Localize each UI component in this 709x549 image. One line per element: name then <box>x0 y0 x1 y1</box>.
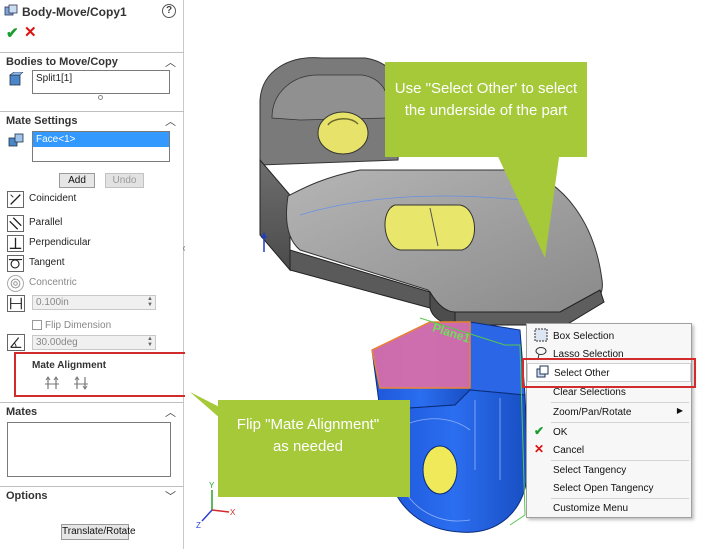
check-icon: ✔ <box>534 424 545 438</box>
svg-text:Z: Z <box>196 521 201 530</box>
coincident-icon <box>7 191 24 208</box>
submenu-arrow-icon: ▶ <box>676 406 683 415</box>
cancel-button[interactable]: ✕ <box>24 23 37 41</box>
mate-label: Tangent <box>29 257 65 268</box>
mate-tangent[interactable]: Tangent <box>7 255 182 273</box>
menu-item-label: Select Open Tangency <box>553 483 654 494</box>
mates-section-label: Mates <box>6 406 38 418</box>
resize-handle-icon[interactable] <box>98 95 103 100</box>
add-button[interactable]: Add <box>59 173 95 188</box>
perpendicular-icon <box>7 235 24 252</box>
menu-item-customize-menu[interactable]: Customize Menu <box>527 499 691 518</box>
options-section-label: Options <box>6 490 48 502</box>
x-icon: ✕ <box>534 442 545 456</box>
body-selection-icon <box>9 72 24 86</box>
menu-item-label: Zoom/Pan/Rotate <box>553 407 632 418</box>
mate-label: Perpendicular <box>29 237 91 248</box>
menu-item-label: Cancel <box>553 445 585 456</box>
flip-dimension-label: Flip Dimension <box>45 320 112 331</box>
mate-label: Parallel <box>29 217 63 228</box>
mate-coincident[interactable]: Coincident <box>7 191 182 209</box>
menu-item-label: Select Tangency <box>553 465 627 476</box>
svg-text:X: X <box>230 508 236 517</box>
move-copy-feature-icon <box>4 4 18 16</box>
menu-item-box-selection[interactable]: Box Selection <box>527 327 691 346</box>
mates-section-header[interactable]: Mates ︿ <box>0 402 184 420</box>
menu-item-cancel[interactable]: ✕ Cancel <box>527 441 691 460</box>
help-icon[interactable]: ? <box>162 4 176 18</box>
chevron-up-icon[interactable]: ︿ <box>165 54 176 70</box>
bodies-listbox[interactable]: Split1[1] <box>32 70 170 94</box>
menu-item-select-tangency[interactable]: Select Tangency <box>527 461 691 480</box>
menu-item-label: Clear Selections <box>553 387 626 398</box>
distance-value: 0.100in <box>36 297 69 308</box>
angle-icon <box>7 334 25 351</box>
mates-listbox[interactable] <box>7 422 171 477</box>
mate-concentric[interactable]: Concentric <box>7 275 182 293</box>
feature-title: Body-Move/Copy1 <box>22 5 127 19</box>
mate-alignment-highlight <box>14 352 188 397</box>
menu-item-zoom-pan-rotate[interactable]: Zoom/Pan/Rotate ▶ <box>527 403 691 422</box>
ok-button[interactable]: ✔ <box>6 24 19 42</box>
chevron-down-icon[interactable]: ﹀ <box>165 488 176 504</box>
list-item[interactable]: Split1[1] <box>33 71 169 86</box>
mate-label: Coincident <box>29 193 77 204</box>
distance-input[interactable]: 0.100in ▲ ▼ <box>32 295 156 310</box>
translate-rotate-button[interactable]: Translate/Rotate <box>61 524 136 540</box>
mate-parallel[interactable]: Parallel <box>7 215 182 233</box>
callout-select-other: Use "Select Other' to select the undersi… <box>394 80 578 119</box>
parallel-icon <box>7 215 24 232</box>
menu-item-label: Customize Menu <box>553 503 629 514</box>
mate-settings-header[interactable]: Mate Settings ︿ <box>0 111 184 129</box>
undo-button[interactable]: Undo <box>105 173 144 188</box>
bodies-section-header[interactable]: Bodies to Move/Copy ︿ <box>0 52 184 70</box>
mate-settings-label: Mate Settings <box>6 115 78 127</box>
angle-input[interactable]: 30.00deg ▲ ▼ <box>32 335 156 350</box>
spinner-icon[interactable]: ▲ ▼ <box>145 296 155 309</box>
distance-icon <box>7 295 25 312</box>
flip-dimension-checkbox[interactable] <box>32 320 42 330</box>
chevron-up-icon[interactable]: ︿ <box>165 113 176 129</box>
svg-text:Y: Y <box>209 481 215 490</box>
spinner-icon[interactable]: ▲ ▼ <box>145 336 155 349</box>
menu-item-select-open-tangency[interactable]: Select Open Tangency <box>527 479 691 498</box>
box-select-icon <box>534 328 548 342</box>
bodies-section-label: Bodies to Move/Copy <box>6 56 118 68</box>
list-item[interactable]: Face<1> <box>33 132 169 147</box>
concentric-icon <box>7 275 24 292</box>
property-manager-panel: Body-Move/Copy1 ? ✔ ✕ Bodies to Move/Cop… <box>0 0 188 549</box>
mate-entities-listbox[interactable]: Face<1> <box>32 131 170 162</box>
menu-item-label: OK <box>553 427 568 438</box>
menu-item-label: Box Selection <box>553 331 615 342</box>
options-section-header[interactable]: Options ﹀ <box>0 486 184 504</box>
angle-value: 30.00deg <box>36 337 78 348</box>
callout-flip-alignment: Flip "Mate Alignment" as needed <box>236 416 380 455</box>
mate-label: Concentric <box>29 277 77 288</box>
mate-perpendicular[interactable]: Perpendicular <box>7 235 182 253</box>
context-menu: Box Selection Lasso Selection Select Oth… <box>526 323 692 518</box>
chevron-up-icon[interactable]: ︿ <box>165 404 176 420</box>
mate-selection-icon <box>8 133 24 147</box>
tangent-icon <box>7 255 24 272</box>
menu-item-ok[interactable]: ✔ OK <box>527 423 691 442</box>
select-other-highlight <box>522 358 696 388</box>
